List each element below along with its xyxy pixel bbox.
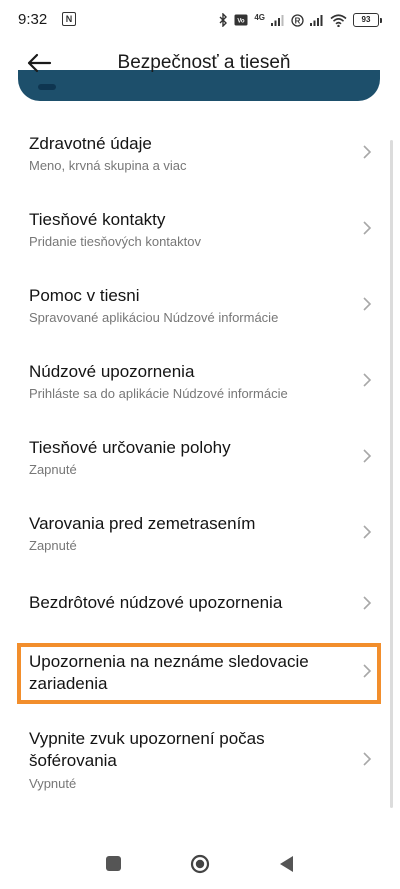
item-title: Zdravotné údaje [29, 134, 152, 153]
chevron-right-icon [363, 752, 372, 766]
page-title: Bezpečnosť a tieseň [117, 52, 291, 73]
chevron-right-icon [363, 596, 372, 610]
item-title: Varovania pred zemetrasením [29, 514, 256, 533]
item-title: Bezdrôtové núdzové upozornenia [29, 593, 283, 612]
list-item-emergency-alerts[interactable]: Núdzové upozornenia Prihláste sa do apli… [0, 348, 400, 420]
item-title: Tiesňové určovanie polohy [29, 438, 231, 457]
item-subtitle: Vypnuté [29, 776, 77, 791]
item-subtitle: Meno, krvná skupina a viac [29, 158, 187, 173]
list-item-earthquake-alerts[interactable]: Varovania pred zemetrasením Zapnuté [0, 500, 400, 572]
list-item-emergency-contacts[interactable]: Tiesňové kontakty Pridanie tiesňových ko… [0, 196, 400, 268]
recents-square-icon[interactable] [106, 856, 121, 871]
app-header: Bezpečnosť a tieseň [0, 40, 400, 88]
list-item-wireless-emergency-alerts[interactable]: Bezdrôtové núdzové upozornenia [0, 576, 400, 636]
status-bar: 9:32 N Vo 4G R 93 [0, 0, 400, 40]
battery-level: 93 [353, 13, 379, 27]
wifi-icon [330, 13, 347, 27]
chevron-right-icon [363, 221, 372, 235]
back-triangle-icon[interactable] [278, 854, 294, 874]
status-time: 9:32 [18, 11, 48, 28]
status-icons: Vo 4G R 93 [219, 10, 382, 30]
item-subtitle: Zapnuté [29, 462, 77, 477]
item-title: Pomoc v tiesni [29, 286, 140, 305]
volte-icon: Vo [234, 14, 248, 26]
notification-n-icon: N [62, 12, 76, 26]
chevron-right-icon [363, 297, 372, 311]
navigation-bar [0, 840, 400, 889]
home-circle-icon[interactable] [190, 854, 210, 874]
list-item-unknown-tracker-alerts[interactable]: Upozornenia na neznáme sledovacie zariad… [0, 645, 400, 703]
signal-2-icon [310, 15, 323, 26]
svg-text:R: R [295, 16, 301, 25]
list-item-driving-mute[interactable]: Vypnite zvuk upozornení počas šoférovani… [0, 722, 400, 802]
scrollbar[interactable] [390, 140, 393, 808]
chevron-right-icon [363, 449, 372, 463]
item-subtitle: Zapnuté [29, 538, 77, 553]
list-item-emergency-sos[interactable]: Pomoc v tiesni Spravované aplikáciou Núd… [0, 272, 400, 344]
chevron-right-icon [363, 525, 372, 539]
signal-1-icon [271, 15, 284, 26]
settings-screen: 9:32 N Vo 4G R 93 Bezpečnosť a tieseň Zd… [0, 0, 400, 889]
item-subtitle: Pridanie tiesňových kontaktov [29, 234, 201, 249]
svg-text:Vo: Vo [238, 19, 246, 25]
item-subtitle: Spravované aplikáciou Núdzové informácie [29, 310, 279, 325]
item-title: Upozornenia na neznáme sledovacie zariad… [29, 652, 309, 693]
list-item-emergency-location[interactable]: Tiesňové určovanie polohy Zapnuté [0, 424, 400, 496]
network-type-label: 4G [254, 12, 265, 22]
bluetooth-icon [219, 13, 228, 27]
item-subtitle: Prihláste sa do aplikácie Núdzové inform… [29, 386, 288, 401]
roaming-icon: R [291, 13, 304, 27]
item-title: Tiesňové kontakty [29, 210, 166, 229]
chevron-right-icon [363, 373, 372, 387]
battery-icon: 93 [353, 13, 382, 27]
item-title: Núdzové upozornenia [29, 362, 195, 381]
chevron-right-icon [363, 664, 372, 678]
chevron-right-icon [363, 145, 372, 159]
item-title: Vypnite zvuk upozornení počas šoférovani… [29, 729, 265, 770]
list-item-health-data[interactable]: Zdravotné údaje Meno, krvná skupina a vi… [0, 120, 400, 192]
